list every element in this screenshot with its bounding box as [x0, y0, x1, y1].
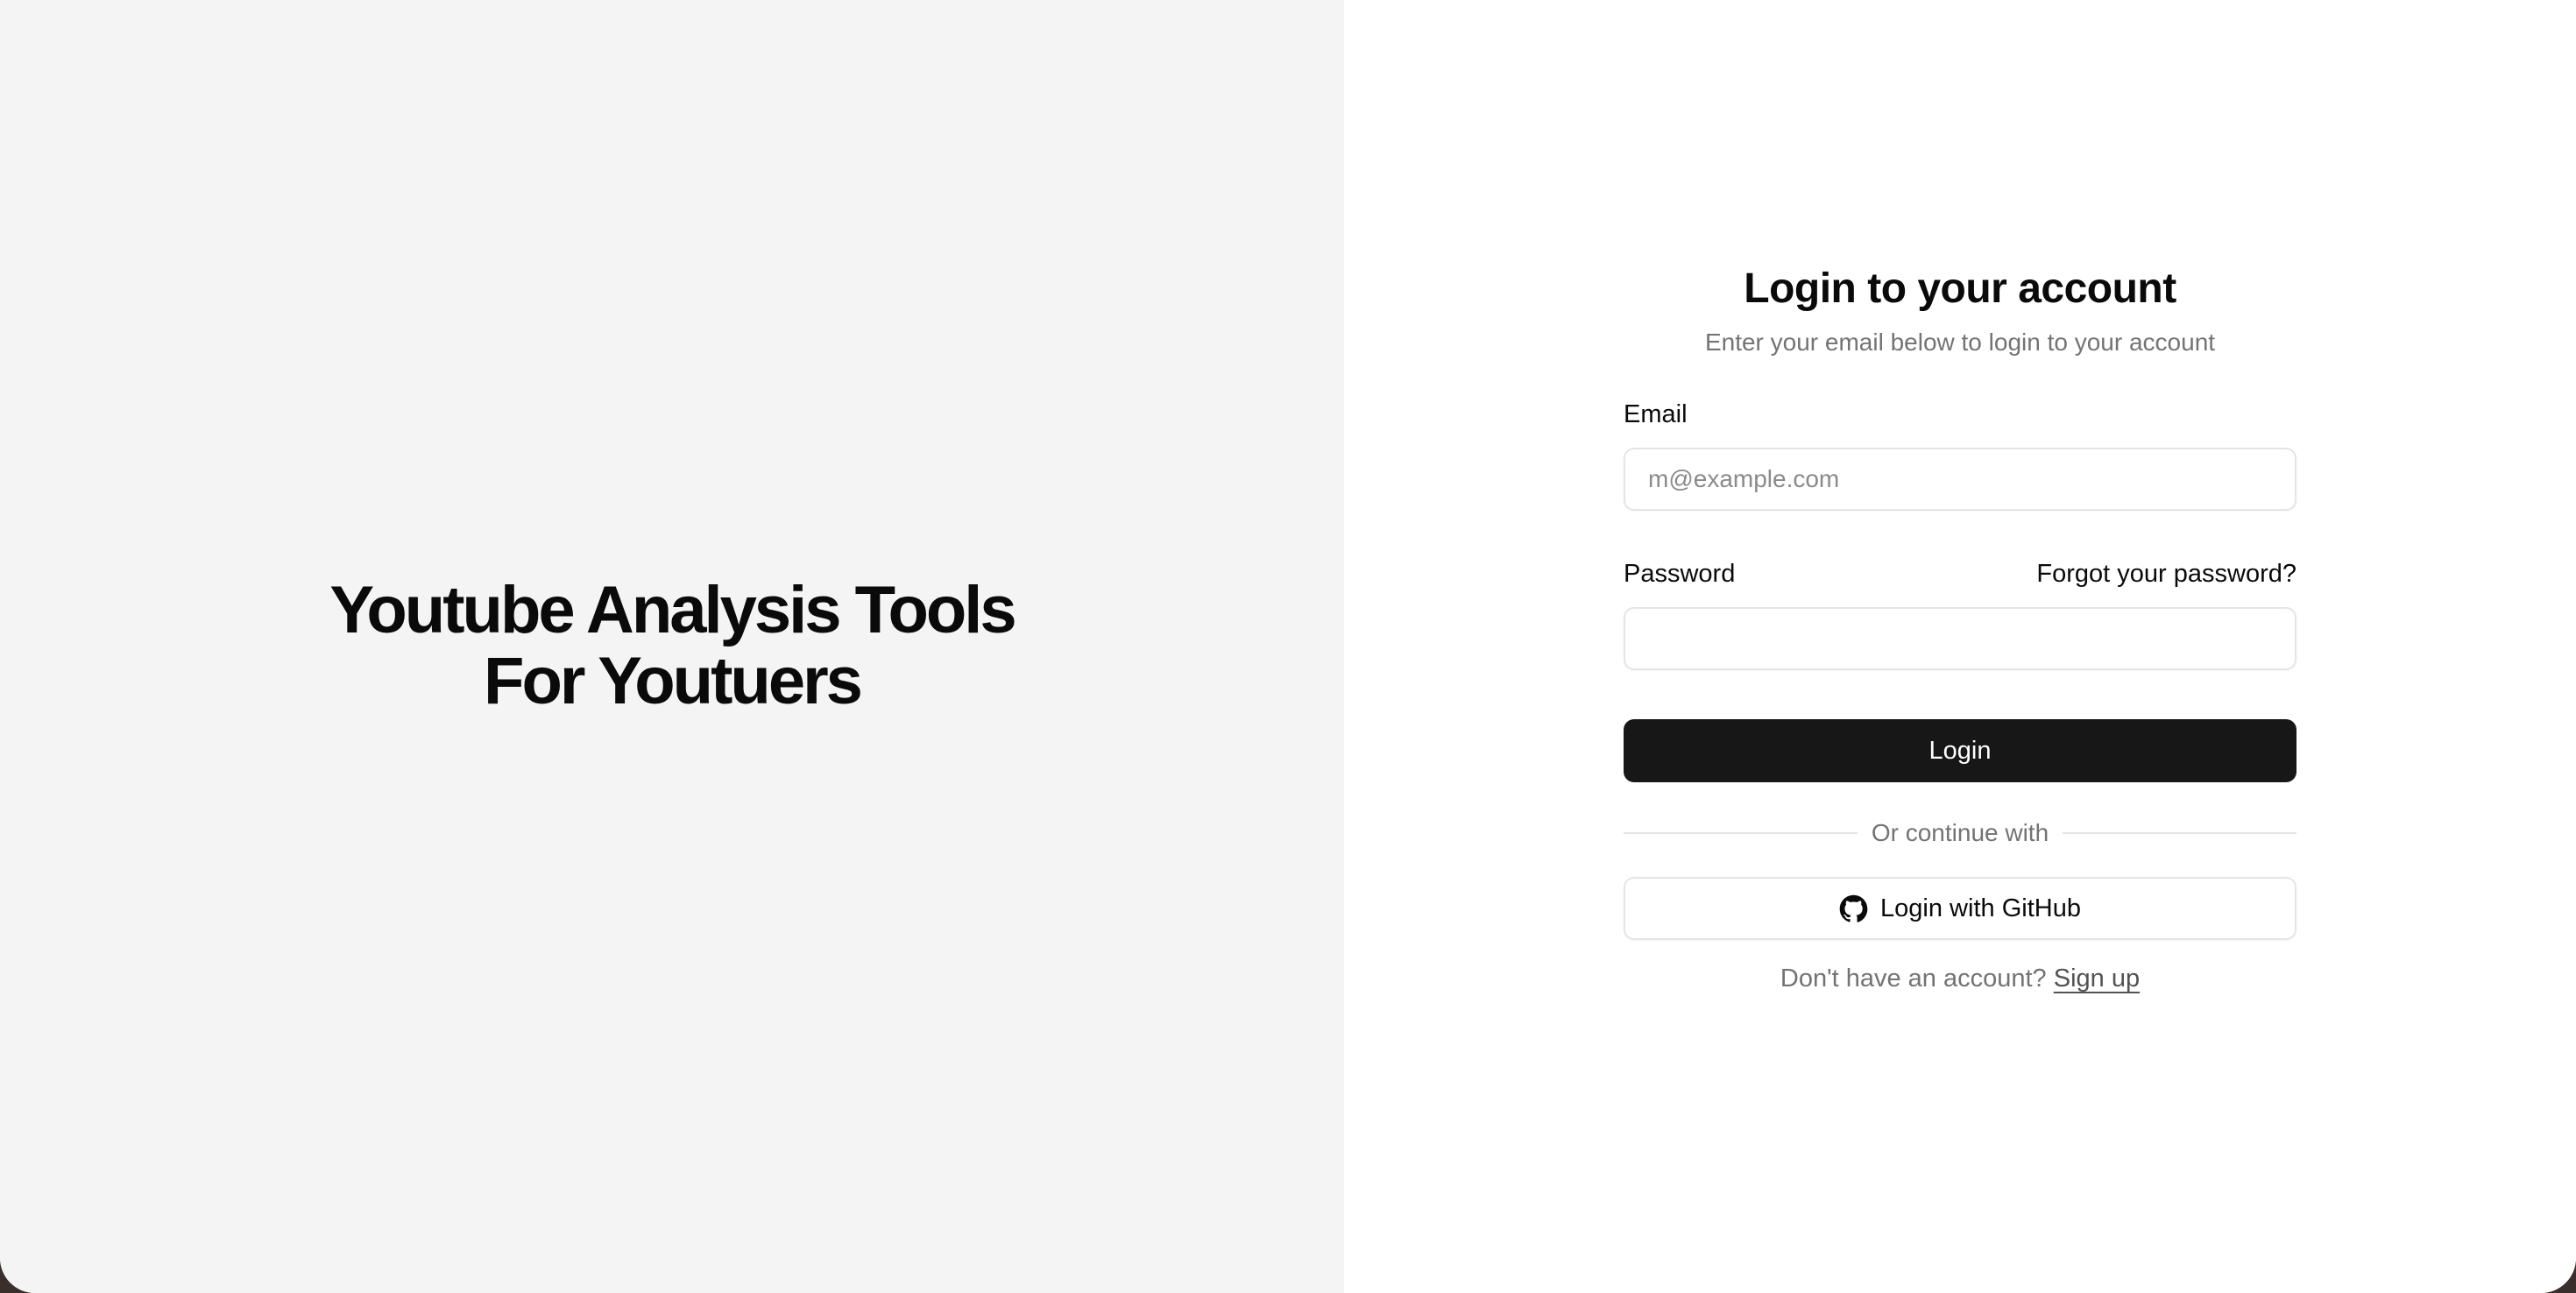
signup-row: Don't have an account? Sign up: [1624, 961, 2296, 996]
hero-title: Youtube Analysis Tools For Youtuers: [0, 575, 1344, 717]
password-label: Password: [1624, 560, 1736, 588]
password-label-row: Password Forgot your password?: [1624, 556, 2296, 591]
hero-panel: Youtube Analysis Tools For Youtuers: [0, 0, 1344, 1293]
divider-line-left: [1624, 832, 1858, 834]
login-subtitle: Enter your email below to login to your …: [1704, 329, 2216, 356]
login-panel: Login to your account Enter your email b…: [1344, 0, 2576, 1293]
signup-prompt: Don't have an account?: [1780, 964, 2047, 993]
login-form: Login to your account Enter your email b…: [1624, 258, 2297, 996]
email-label: Email: [1624, 400, 1688, 428]
email-input[interactable]: [1624, 448, 2296, 511]
app-window: Youtube Analysis Tools For Youtuers Logi…: [0, 0, 2576, 1293]
password-input[interactable]: [1624, 607, 2296, 670]
or-continue-divider: Or continue with: [1624, 819, 2297, 847]
hero-title-line-2: For Youtuers: [484, 644, 863, 718]
github-login-button[interactable]: Login with GitHub: [1624, 877, 2296, 940]
divider-line-right: [2063, 832, 2297, 834]
github-icon: [1839, 894, 1868, 923]
login-title: Login to your account: [1744, 265, 2176, 312]
signup-link[interactable]: Sign up: [2054, 964, 2140, 993]
github-login-label: Login with GitHub: [1880, 894, 2081, 922]
divider-text: Or continue with: [1871, 819, 2049, 846]
hero-title-line-1: Youtube Analysis Tools: [329, 573, 1016, 647]
forgot-password-link[interactable]: Forgot your password?: [2036, 556, 2296, 591]
login-button[interactable]: Login: [1624, 719, 2296, 782]
